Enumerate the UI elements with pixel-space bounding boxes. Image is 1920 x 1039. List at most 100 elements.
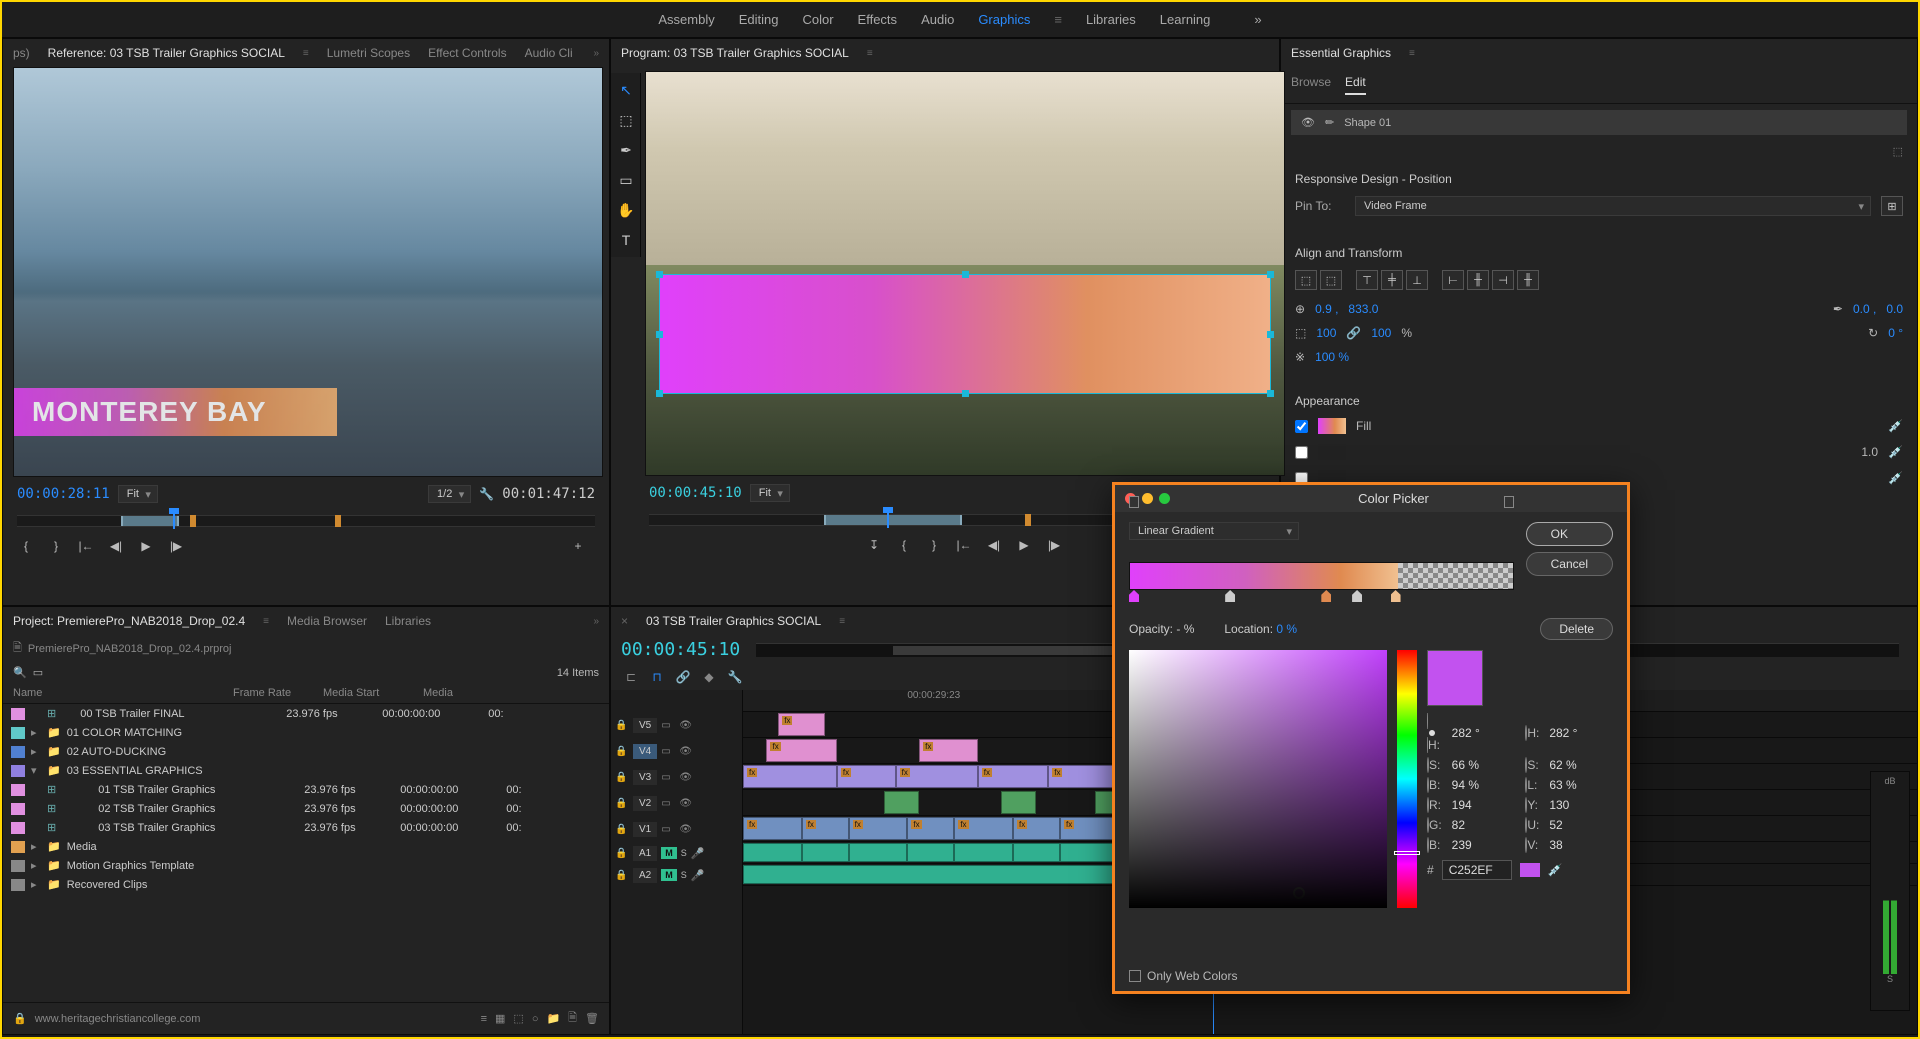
disclosure-icon[interactable]: ▸ xyxy=(31,840,41,853)
rectangle-tool-icon[interactable]: ▭ xyxy=(615,169,637,191)
ref-tab-lumetri[interactable]: Lumetri Scopes xyxy=(327,46,410,60)
ws-tab-editing[interactable]: Editing xyxy=(739,12,779,27)
disclosure-icon[interactable]: ▸ xyxy=(31,745,41,758)
align-top-icon[interactable]: ⊤ xyxy=(1356,270,1378,290)
type-tool-icon[interactable]: T xyxy=(615,229,637,251)
eg-tab-edit[interactable]: Edit xyxy=(1345,75,1366,95)
anchor-y[interactable]: 0.0 xyxy=(1886,302,1903,316)
position-x[interactable]: 0.9 , xyxy=(1315,302,1338,316)
track-v4[interactable]: V4 xyxy=(633,744,657,759)
pin-constraint-icon[interactable]: ⊞ xyxy=(1881,196,1903,216)
step-fwd-icon[interactable]: |▶ xyxy=(1041,534,1067,556)
project-row[interactable]: ▸📁02 AUTO-DUCKING xyxy=(3,742,609,761)
snap-icon[interactable]: ⊓ xyxy=(647,668,667,686)
hsb-h[interactable]: 282 ° xyxy=(1452,726,1516,740)
clip[interactable] xyxy=(837,765,896,788)
program-fit-dropdown[interactable]: Fit xyxy=(750,484,790,502)
eye-icon[interactable]: 👁 xyxy=(679,824,693,835)
cancel-button[interactable]: Cancel xyxy=(1526,552,1613,576)
sb-cursor[interactable] xyxy=(1293,887,1305,899)
visibility-icon[interactable]: 👁 xyxy=(1301,116,1315,129)
new-item-icon[interactable]: 🗎 xyxy=(568,1009,577,1028)
direct-select-tool-icon[interactable]: ⬚ xyxy=(615,109,637,131)
libraries-tab[interactable]: Libraries xyxy=(385,614,431,628)
audio-clip[interactable] xyxy=(1060,843,1119,862)
position-y[interactable]: 833.0 xyxy=(1348,302,1378,316)
toggle-track-icon[interactable]: ▭ xyxy=(661,798,675,809)
mark-in-icon[interactable]: { xyxy=(13,535,39,557)
toggle-track-icon[interactable]: ▭ xyxy=(661,720,675,731)
gradient-midpoint[interactable] xyxy=(1352,590,1362,602)
eye-icon[interactable]: 👁 xyxy=(679,720,693,731)
minimize-icon[interactable] xyxy=(1142,493,1153,504)
track-v3[interactable]: V3 xyxy=(633,770,657,785)
zoom-slider[interactable]: ○ xyxy=(532,1013,539,1025)
eg-tab-browse[interactable]: Browse xyxy=(1291,75,1331,95)
go-in-icon[interactable]: |← xyxy=(73,535,99,557)
eye-icon[interactable]: 👁 xyxy=(679,772,693,783)
project-row[interactable]: ▸📁01 COLOR MATCHING xyxy=(3,723,609,742)
gradient-type-dropdown[interactable]: Linear Gradient xyxy=(1129,522,1299,540)
project-row[interactable]: ▸📁Media xyxy=(3,837,609,856)
align-middle-icon[interactable]: ╪ xyxy=(1381,270,1403,290)
selected-shape[interactable] xyxy=(659,274,1271,395)
audio-clip[interactable] xyxy=(907,843,954,862)
audio-clip[interactable] xyxy=(1013,843,1060,862)
hsb-s[interactable]: 66 % xyxy=(1452,758,1516,772)
lock-icon[interactable]: 🔒 xyxy=(615,824,629,835)
gradient-preview[interactable] xyxy=(1129,562,1514,590)
clip[interactable] xyxy=(896,765,978,788)
panel-menu-icon[interactable]: ≡ xyxy=(263,616,269,627)
location-value[interactable]: 0 % xyxy=(1276,622,1297,636)
scale-h[interactable]: 100 xyxy=(1371,326,1391,340)
settings-icon[interactable]: 🔧 xyxy=(725,668,745,686)
new-layer-icon[interactable]: ⬚ xyxy=(1893,146,1903,158)
ws-tab-libraries[interactable]: Libraries xyxy=(1086,12,1136,27)
lock-icon[interactable]: 🔒 xyxy=(615,720,629,731)
ws-tab-assembly[interactable]: Assembly xyxy=(658,12,714,27)
ref-tab-audio[interactable]: Audio Cli xyxy=(525,46,573,60)
step-back-icon[interactable]: ◀| xyxy=(103,535,129,557)
program-timecode[interactable]: 00:00:45:10 xyxy=(649,485,742,501)
lock-icon[interactable]: 🔒 xyxy=(615,772,629,783)
ref-tab-reference[interactable]: Reference: 03 TSB Trailer Graphics SOCIA… xyxy=(48,46,285,60)
web-colors-checkbox[interactable] xyxy=(1129,970,1141,982)
saturation-brightness-field[interactable] xyxy=(1129,650,1387,908)
fill-checkbox[interactable] xyxy=(1295,420,1308,433)
rgb-b[interactable]: 239 xyxy=(1452,838,1516,852)
mic-icon[interactable]: 🎤 xyxy=(691,869,705,882)
project-tab[interactable]: Project: PremierePro_NAB2018_Drop_02.4 xyxy=(13,614,245,628)
hsb-b[interactable]: 94 % xyxy=(1452,778,1516,792)
timeline-tab[interactable]: 03 TSB Trailer Graphics SOCIAL xyxy=(646,614,821,628)
yuv-y[interactable]: 130 xyxy=(1549,798,1613,812)
align-v-center-icon[interactable]: ╫ xyxy=(1467,270,1489,290)
scale-w[interactable]: 100 xyxy=(1316,326,1336,340)
clip[interactable] xyxy=(978,765,1048,788)
lock-icon[interactable]: 🔒 xyxy=(615,870,629,881)
clip[interactable] xyxy=(1060,817,1119,840)
track-v5[interactable]: V5 xyxy=(633,718,657,733)
panel-overflow-icon[interactable]: » xyxy=(593,48,599,59)
panel-menu-icon[interactable]: ≡ xyxy=(839,616,845,627)
anchor-x[interactable]: 0.0 , xyxy=(1853,302,1876,316)
ws-tab-audio[interactable]: Audio xyxy=(921,12,954,27)
fill-swatch[interactable] xyxy=(1318,418,1346,434)
opacity-value[interactable]: 100 % xyxy=(1315,350,1349,364)
project-row[interactable]: ⊞00 TSB Trailer FINAL23.976 fps00:00:00:… xyxy=(3,704,609,723)
clip[interactable] xyxy=(743,765,837,788)
step-back-icon[interactable]: ◀| xyxy=(981,534,1007,556)
project-row[interactable]: ▸📁Recovered Clips xyxy=(3,875,609,894)
rgb-r[interactable]: 194 xyxy=(1452,798,1516,812)
new-bin-icon[interactable]: 📁 xyxy=(546,1012,560,1025)
track-v1[interactable]: V1 xyxy=(633,822,657,837)
align-bottom-icon[interactable]: ⊥ xyxy=(1406,270,1428,290)
col-media[interactable]: Media xyxy=(423,687,453,699)
clip[interactable] xyxy=(884,791,919,814)
pin-to-dropdown[interactable]: Video Frame xyxy=(1355,196,1871,216)
add-marker-icon[interactable]: + xyxy=(565,535,591,557)
toggle-track-icon[interactable]: ▭ xyxy=(661,824,675,835)
clip[interactable] xyxy=(778,713,825,736)
eyedropper-icon[interactable]: 💉 xyxy=(1888,445,1903,459)
media-browser-tab[interactable]: Media Browser xyxy=(287,614,367,628)
mark-out-icon[interactable]: { xyxy=(891,534,917,556)
